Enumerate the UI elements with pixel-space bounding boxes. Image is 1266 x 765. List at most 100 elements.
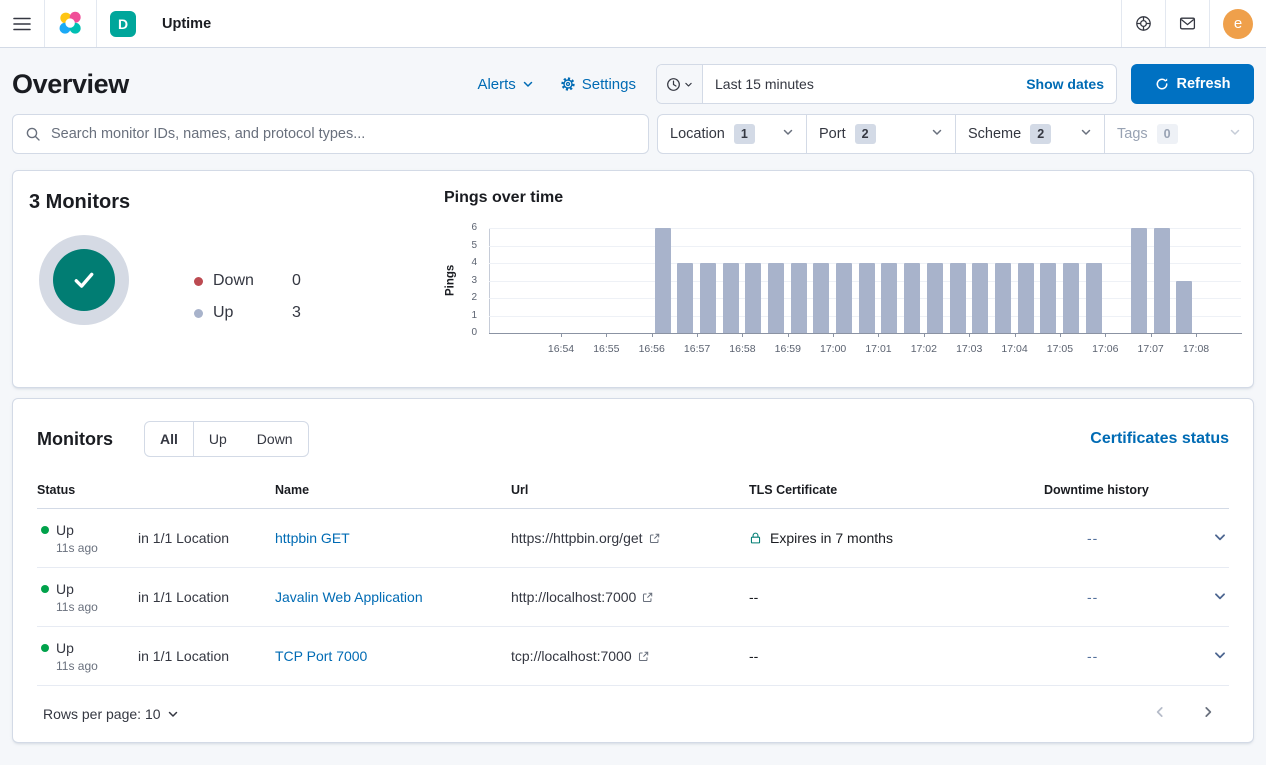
pagination [1151,703,1229,724]
previous-page-button[interactable] [1151,703,1169,724]
x-axis-labels: 16:5416:5516:5616:5716:5816:5917:0017:01… [489,343,1241,357]
date-range-value[interactable]: Last 15 minutes [703,76,1014,92]
ping-bar [1018,263,1034,333]
chevron-down-icon [522,78,534,90]
legend-up: Up 3 [194,300,301,326]
y-tick-label: 6 [471,223,477,233]
downtime-cell: -- [1044,530,1194,546]
snapshot-panel: 3 Monitors Down 0 Up 3 Pings over time P… [12,170,1254,388]
filter-count-badge: 0 [1157,124,1178,144]
monitor-count-title: 3 Monitors [29,191,130,214]
monitors-title: Monitors [37,429,113,450]
table-header: Status Name Url TLS Certificate Downtime… [37,471,1229,509]
filter-port[interactable]: Port 2 [806,115,955,153]
status-cell: Up 11s ago [37,581,138,614]
rows-per-page-label: Rows per page: 10 [43,706,161,722]
help-button[interactable] [1121,0,1165,47]
location-cell: in 1/1 Location [138,589,275,605]
refresh-icon [1155,77,1169,91]
next-page-button[interactable] [1199,703,1217,724]
mail-icon [1179,15,1196,32]
legend-down: Down 0 [194,268,301,294]
status-text: Up [56,581,74,597]
col-name: Name [275,483,511,497]
y-tick-label: 4 [471,258,477,268]
show-dates-button[interactable]: Show dates [1014,76,1116,92]
menu-button[interactable] [0,0,44,47]
tab-all[interactable]: All [145,422,194,456]
rows-per-page-button[interactable]: Rows per page: 10 [37,705,185,723]
settings-button[interactable]: Settings [554,72,642,97]
search-input[interactable] [13,125,648,143]
filter-tags[interactable]: Tags 0 [1104,115,1253,153]
x-tick-label: 17:07 [1127,343,1175,355]
newsfeed-button[interactable] [1165,0,1209,47]
quick-select-button[interactable] [657,65,703,103]
expand-row-button[interactable] [1211,644,1229,669]
x-tick-mark [652,333,653,337]
x-axis-line [489,333,1242,334]
monitor-name-link[interactable]: Javalin Web Application [275,589,511,605]
x-tick-mark [1015,333,1016,337]
expand-row-button[interactable] [1211,526,1229,551]
certificates-status-link[interactable]: Certificates status [1090,430,1229,448]
filter-location[interactable]: Location 1 [658,115,806,153]
x-tick-label: 16:55 [582,343,630,355]
y-axis-ticks: 0123456 [453,228,485,333]
space-avatar[interactable]: D [110,11,136,37]
user-menu-button[interactable]: e [1209,0,1266,47]
page-title: Overview [12,69,129,100]
refresh-button[interactable]: Refresh [1131,64,1254,104]
ping-bar [995,263,1011,333]
breadcrumb: Uptime [162,16,211,32]
header-divider [96,0,97,47]
x-tick-label: 17:00 [809,343,857,355]
legend-value: 3 [292,304,301,322]
uptime-overview-page: Overview Alerts Settings [0,48,1266,743]
x-tick-label: 17:01 [854,343,902,355]
down-dot-icon [194,277,203,286]
filter-label: Tags [1117,126,1148,142]
all-up-badge [53,249,115,311]
gear-icon [560,76,576,92]
ping-bar [655,228,671,333]
y-tick-label: 1 [471,311,477,321]
tab-up[interactable]: Up [194,422,242,456]
external-link-icon[interactable] [638,651,649,662]
ping-bar [1063,263,1079,333]
refresh-label: Refresh [1177,76,1231,92]
tab-down[interactable]: Down [242,422,308,456]
pings-over-time-chart [489,228,1241,333]
expand-row-button[interactable] [1211,585,1229,610]
external-link-icon[interactable] [649,533,660,544]
status-cell: Up 11s ago [37,522,138,555]
y-tick-label: 5 [471,241,477,251]
col-tls: TLS Certificate [749,483,1044,497]
monitor-name-link[interactable]: TCP Port 7000 [275,648,511,664]
last-check-time: 11s ago [56,659,138,673]
tls-cell: Expires in 7 months [749,530,1044,546]
table-row: Up 11s ago in 1/1 Location TCP Port 7000… [37,627,1229,686]
x-tick-mark [1151,333,1152,337]
x-tick-label: 17:03 [945,343,993,355]
status-up-icon [41,526,49,534]
gridline [489,246,1241,247]
tls-text: -- [749,589,758,605]
ping-bar [1131,228,1147,333]
x-tick-mark [878,333,879,337]
filter-scheme[interactable]: Scheme 2 [955,115,1104,153]
x-tick-mark [924,333,925,337]
chart-title: Pings over time [444,189,563,207]
tls-text: -- [749,648,758,664]
search-icon [25,126,41,142]
y-tick-label: 0 [471,328,477,338]
monitor-name-link[interactable]: httpbin GET [275,530,511,546]
chevron-down-icon [1229,126,1241,142]
table-row: Up 11s ago in 1/1 Location httpbin GET h… [37,509,1229,568]
alerts-dropdown[interactable]: Alerts [471,72,539,97]
url-text: tcp://localhost:7000 [511,648,632,664]
external-link-icon[interactable] [642,592,653,603]
url-cell: tcp://localhost:7000 [511,648,749,664]
elastic-home-button[interactable] [45,0,96,47]
clock-icon [666,77,681,92]
